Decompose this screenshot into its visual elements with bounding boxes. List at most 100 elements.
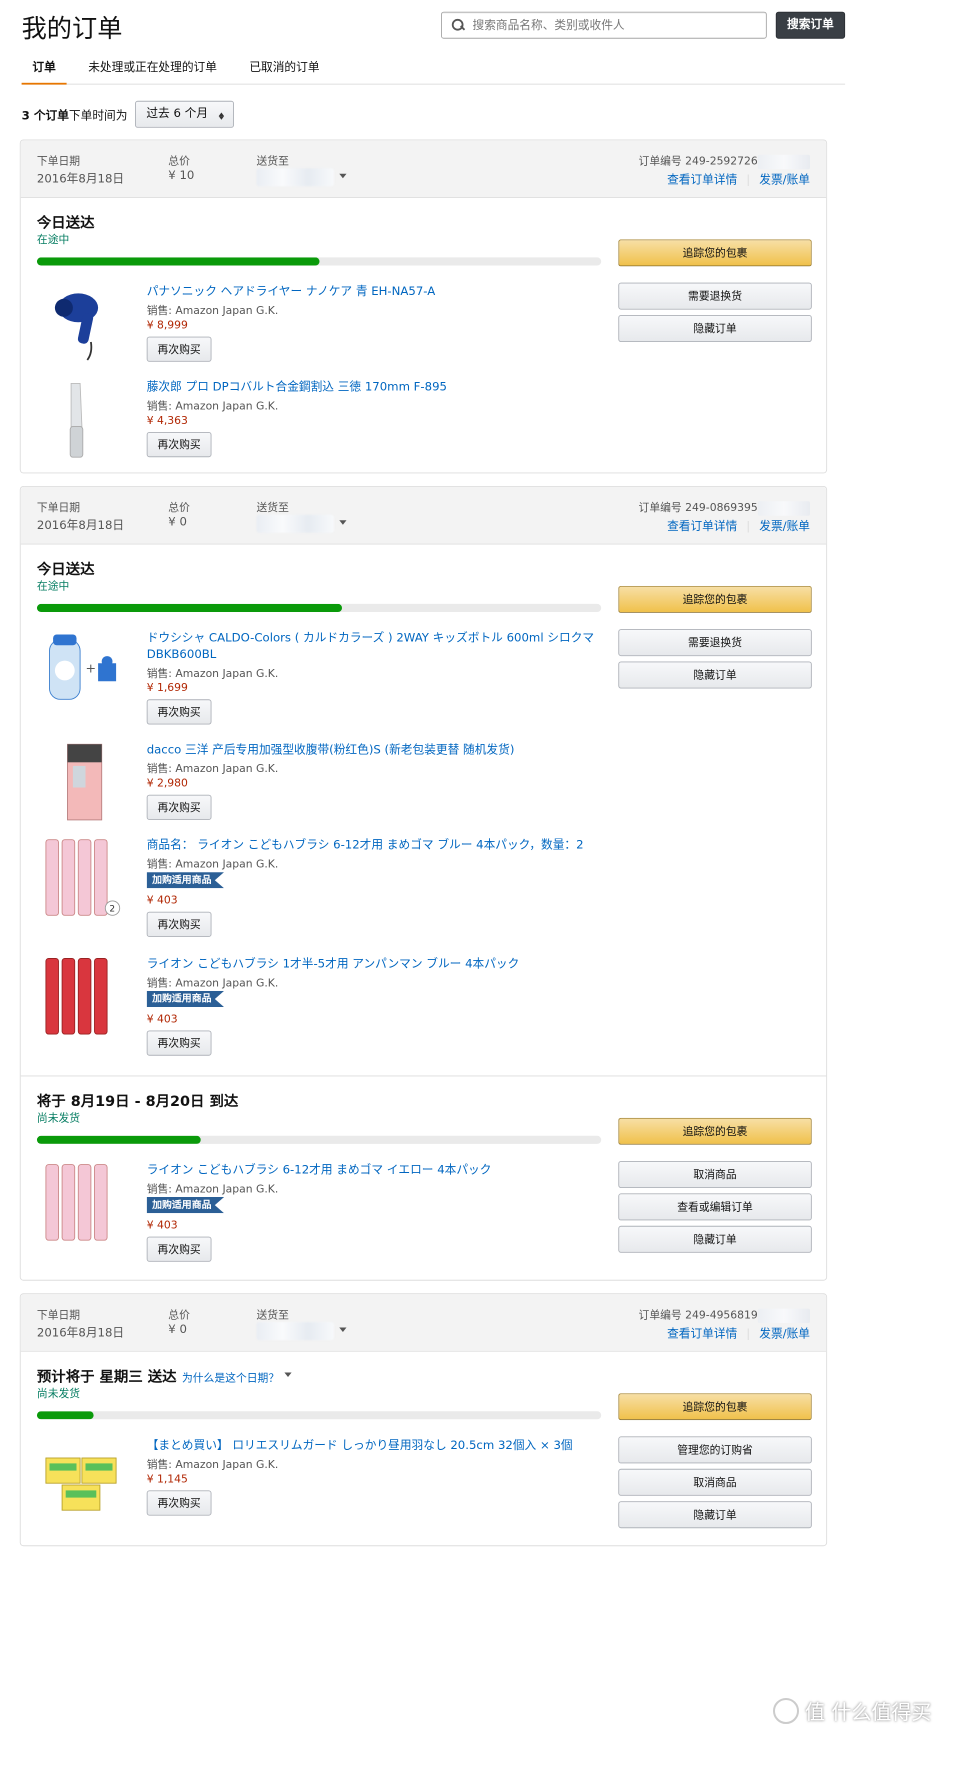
order-number-value: 249-2592726: [685, 154, 758, 168]
shipment-title: 预计将于 星期三 送达 为什么是这个日期？: [37, 1364, 292, 1386]
item-name-link[interactable]: 【まとめ買い】 ロリエスリムガード しっかり昼用羽なし 20.5cm 32個入 …: [147, 1438, 597, 1454]
addon-badge: 加购适用商品: [146, 990, 225, 1008]
buy-again-button[interactable]: 再次购买: [146, 1030, 212, 1056]
redacted-digits: [757, 1308, 810, 1323]
buy-again-button[interactable]: 再次购买: [146, 699, 212, 725]
buy-again-button[interactable]: 再次购买: [146, 794, 212, 820]
filter-label: 下单时间为: [68, 109, 128, 123]
search-input[interactable]: [472, 18, 752, 32]
hide-order-button[interactable]: 隐藏订单: [618, 661, 812, 689]
track-package-button[interactable]: 追踪您的包裹: [618, 585, 812, 613]
hide-order-button[interactable]: 隐藏订单: [618, 1225, 812, 1253]
item-price: ¥ 403: [146, 1218, 178, 1232]
order-count: 3 个订单: [21, 109, 69, 123]
toothbrush-pack-image[interactable]: [44, 1163, 123, 1242]
item-seller: 销售: Amazon Japan G.K.: [146, 857, 279, 871]
item-seller: 销售: Amazon Japan G.K.: [146, 666, 279, 680]
buy-again-button[interactable]: 再次购买: [146, 1236, 212, 1262]
shipment: 预计将于 星期三 送达 为什么是这个日期？ 尚未发货 追踪您的包裹 管理您的订购省…: [21, 1352, 826, 1546]
invoice-link[interactable]: 发票/账单: [759, 1328, 810, 1342]
filter-row: 3 个订单 下单时间为 过去 6 个月: [21, 100, 235, 128]
buy-again-button[interactable]: 再次购买: [146, 336, 212, 362]
manage-subscription-button[interactable]: 管理您的订购省: [618, 1436, 812, 1464]
progress-fill: [36, 1411, 94, 1420]
view-edit-order-button[interactable]: 查看或编辑订单: [618, 1193, 812, 1221]
addon-badge: 加购适用商品: [146, 1197, 225, 1214]
order-number-value: 249-0869395: [685, 501, 758, 514]
view-details-link[interactable]: 查看订单详情: [667, 174, 737, 188]
item-price: ¥ 8,999: [146, 318, 188, 332]
order-date-label: 下单日期: [36, 1308, 81, 1322]
search-orders-button[interactable]: 搜索订单: [775, 11, 846, 39]
item-name-link[interactable]: ライオン こどもハブラシ 6-12才用 まめゴマ イエロー 4本パック: [147, 1163, 597, 1179]
time-range-select[interactable]: 过去 6 个月: [134, 100, 235, 128]
buy-again-button[interactable]: 再次购买: [146, 911, 212, 937]
item-name-link[interactable]: dacco 三洋 产后专用加强型收腹带(粉红色)S (新老包装更替 随机发货): [147, 743, 597, 759]
hide-order-button[interactable]: 隐藏订单: [618, 1501, 812, 1529]
search-box[interactable]: [441, 11, 767, 39]
buy-again-button[interactable]: 再次购买: [146, 432, 212, 458]
order-number-label: 订单编号: [638, 501, 682, 514]
item-name-link[interactable]: 商品名： ライオン こどもハブラシ 6-12才用 まめゴマ ブルー 4本パック，…: [147, 838, 597, 854]
buy-again-button[interactable]: 再次购买: [146, 1490, 212, 1516]
order-total: ¥ 0: [168, 515, 187, 530]
order-total: ¥ 10: [168, 169, 195, 183]
return-button[interactable]: 需要退换货: [618, 629, 812, 657]
item-name-link[interactable]: 藤次郎 プロ DPコバルト合金鋼割込 三徳 170mm F-895: [147, 380, 597, 396]
chevron-down-icon[interactable]: [339, 173, 347, 182]
return-button[interactable]: 需要退换货: [618, 282, 812, 310]
order-date-label: 下单日期: [36, 501, 81, 514]
invoice-link[interactable]: 发票/账单: [759, 520, 810, 534]
toothbrush-pack-image[interactable]: [44, 957, 123, 1036]
order-date: 2016年8月18日: [36, 172, 125, 187]
item-name-link[interactable]: ライオン こどもハブラシ 1才半-5才用 アンパンマン ブルー 4本パック: [147, 957, 597, 973]
track-package-button[interactable]: 追踪您的包裹: [618, 1117, 812, 1145]
progress-bar: [36, 603, 602, 612]
why-this-date-link[interactable]: 为什么是这个日期？: [182, 1372, 292, 1385]
item-price: ¥ 1,145: [146, 1472, 188, 1485]
recipient-blurred[interactable]: [256, 168, 334, 187]
cancel-items-button[interactable]: 取消商品: [618, 1161, 812, 1188]
pads-pack-image[interactable]: [44, 1438, 123, 1517]
recipient-blurred[interactable]: [256, 1322, 334, 1341]
chevron-down-icon[interactable]: [339, 1327, 347, 1336]
order-date: 2016年8月18日: [36, 519, 125, 533]
item-seller: 销售: Amazon Japan G.K.: [146, 1182, 279, 1196]
item-price: ¥ 4,363: [146, 414, 188, 427]
shipment-status: 尚未发货: [36, 1386, 81, 1400]
view-details-link[interactable]: 查看订单详情: [667, 520, 737, 534]
cancel-items-button[interactable]: 取消商品: [618, 1468, 812, 1496]
tab-open-orders[interactable]: 未处理或正在处理的订单: [77, 56, 227, 85]
item-name-link[interactable]: ドウシシャ CALDO-Colors ( カルドカラーズ ) 2WAY キッズボ…: [147, 631, 597, 663]
track-package-button[interactable]: 追踪您的包裹: [618, 1393, 812, 1421]
item-price: ¥ 403: [146, 893, 178, 907]
tab-cancelled-orders[interactable]: 已取消的订单: [239, 56, 331, 85]
track-package-button[interactable]: 追踪您的包裹: [618, 239, 812, 267]
progress-bar: [36, 257, 602, 266]
order-header: 下单日期 2016年8月18日 总价 ¥ 0 送货至 订单编号 249-4956…: [20, 1294, 827, 1352]
watermark-logo-icon: [773, 1697, 799, 1724]
order-number: 订单编号 249-2592726: [639, 153, 810, 169]
kitchen-knife-image[interactable]: [44, 380, 123, 459]
kids-bottle-image[interactable]: +: [44, 631, 123, 710]
item-price: ¥ 2,980: [146, 776, 188, 790]
order-number-value: 249-4956819: [685, 1308, 758, 1322]
view-details-link[interactable]: 查看订单详情: [667, 1328, 737, 1342]
svg-text:+: +: [86, 660, 97, 675]
order-card: 下单日期 2016年8月18日 总价 ¥ 10 送货至 订单编号 249-259…: [19, 139, 828, 474]
progress-bar: [36, 1135, 602, 1144]
shipment-title: 今日送达: [36, 214, 95, 232]
tab-orders[interactable]: 订单: [21, 56, 67, 85]
addon-badge: 加购适用商品: [146, 872, 225, 889]
order-links: 查看订单详情 | 发票/账单: [667, 520, 810, 534]
qty-badge: 2: [109, 905, 115, 915]
hide-order-button[interactable]: 隐藏订单: [618, 315, 812, 342]
toothbrush-pack-image[interactable]: 2: [44, 838, 123, 917]
progress-bar: [36, 1411, 602, 1420]
item-name-link[interactable]: パナソニック ヘアドライヤー ナノケア 青 EH-NA57-A: [147, 284, 597, 300]
belly-band-image[interactable]: [44, 743, 123, 822]
recipient-blurred[interactable]: [256, 514, 334, 533]
invoice-link[interactable]: 发票/账单: [759, 174, 810, 188]
chevron-down-icon[interactable]: [339, 520, 347, 528]
hair-dryer-image[interactable]: [44, 284, 123, 363]
